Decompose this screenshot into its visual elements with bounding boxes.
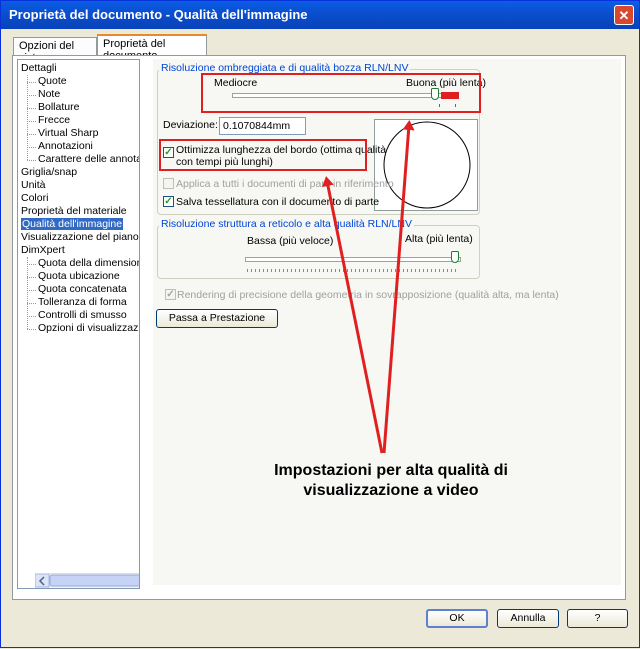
- arrow-to-checkbox-icon: [322, 176, 384, 454]
- dialog-window: Proprietà del documento - Qualità dell'i…: [0, 0, 640, 648]
- annotation-arrows: [322, 120, 415, 454]
- annotation-line2: visualizzazione a video: [303, 482, 479, 499]
- arrow-to-slider-icon: [382, 120, 415, 454]
- annotation-text: Impostazioni per alta qualità di visuali…: [251, 461, 531, 501]
- annotation-line1: Impostazioni per alta qualità di: [274, 462, 508, 479]
